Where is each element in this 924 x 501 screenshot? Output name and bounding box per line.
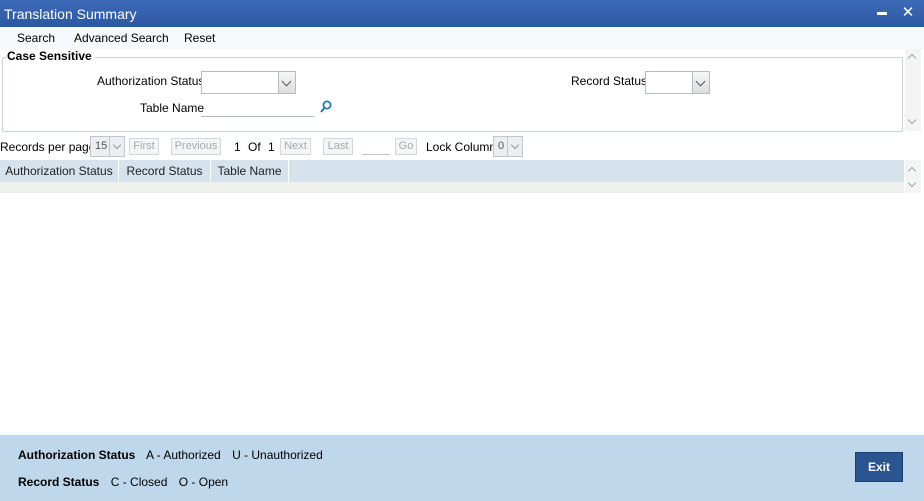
legend-unauthorized: U - Unauthorized — [232, 448, 323, 462]
chevron-down-icon — [507, 137, 522, 156]
results-grid-body — [0, 182, 904, 193]
record-status-select[interactable] — [645, 71, 710, 94]
authorization-status-legend: Authorization Status A - Authorized U - … — [18, 448, 331, 462]
chevron-down-icon — [109, 137, 124, 156]
case-sensitive-legend: Case Sensitive — [7, 49, 95, 63]
records-per-page-select[interactable]: 15 — [90, 136, 125, 157]
toolbar: Search Advanced Search Reset — [0, 27, 924, 49]
criteria-scrollbar[interactable] — [905, 49, 921, 131]
column-header-authorization-status[interactable]: Authorization Status — [0, 160, 119, 182]
criteria-fieldset — [2, 57, 903, 132]
exit-button[interactable]: Exit — [855, 452, 903, 482]
minimize-icon — [877, 11, 887, 15]
record-status-label: Record Status — [571, 74, 648, 88]
lock-columns-label: Lock Columns — [426, 140, 503, 154]
chevron-up-icon — [907, 53, 917, 63]
last-page-button[interactable]: Last — [323, 138, 353, 155]
chevron-down-icon — [278, 72, 295, 93]
legend-closed: C - Closed — [110, 475, 168, 489]
column-header-record-status[interactable]: Record Status — [119, 160, 211, 182]
records-per-page-value: 15 — [95, 140, 108, 152]
search-button[interactable]: Search — [17, 31, 55, 45]
close-button[interactable]: ✕ — [898, 3, 918, 23]
grid-scrollbar[interactable] — [905, 160, 921, 193]
total-pages: 1 — [268, 140, 275, 154]
window-title: Translation Summary — [4, 6, 137, 22]
chevron-down-icon — [907, 115, 917, 125]
status-legend-footer: Authorization Status A - Authorized U - … — [0, 435, 924, 501]
goto-page-input[interactable] — [362, 138, 390, 155]
go-button[interactable]: Go — [395, 138, 417, 155]
records-per-page-label: Records per page — [0, 140, 96, 154]
of-label: Of — [248, 140, 261, 154]
record-status-legend-label: Record Status — [18, 475, 100, 489]
advanced-search-button[interactable]: Advanced Search — [74, 31, 169, 45]
first-page-button[interactable]: First — [129, 138, 159, 155]
pagination-bar: Records per page 15 First Previous 1 Of … — [0, 134, 924, 158]
chevron-up-icon — [907, 166, 917, 176]
previous-page-button[interactable]: Previous — [171, 138, 221, 155]
chevron-down-icon — [692, 72, 709, 93]
legend-authorized: A - Authorized — [146, 448, 221, 462]
table-name-label: Table Name — [140, 101, 205, 115]
table-name-input[interactable] — [201, 98, 314, 117]
reset-button[interactable]: Reset — [184, 31, 215, 45]
close-icon: ✕ — [901, 4, 915, 21]
record-status-legend: Record Status C - Closed O - Open — [18, 475, 236, 489]
results-grid-header: Authorization Status Record Status Table… — [0, 160, 904, 182]
authorization-status-legend-label: Authorization Status — [18, 448, 136, 462]
current-page: 1 — [234, 140, 241, 154]
next-page-button[interactable]: Next — [280, 138, 311, 155]
authorization-status-label: Authorization Status — [97, 74, 205, 88]
authorization-status-select[interactable] — [201, 71, 296, 94]
minimize-button[interactable] — [872, 3, 892, 23]
legend-open: O - Open — [178, 475, 229, 489]
lock-columns-value: 0 — [498, 140, 505, 152]
search-icon[interactable] — [320, 100, 332, 114]
column-header-table-name[interactable]: Table Name — [211, 160, 289, 182]
chevron-down-icon — [907, 178, 917, 188]
title-bar: Translation Summary ✕ — [0, 0, 924, 27]
lock-columns-select[interactable]: 0 — [493, 136, 523, 157]
